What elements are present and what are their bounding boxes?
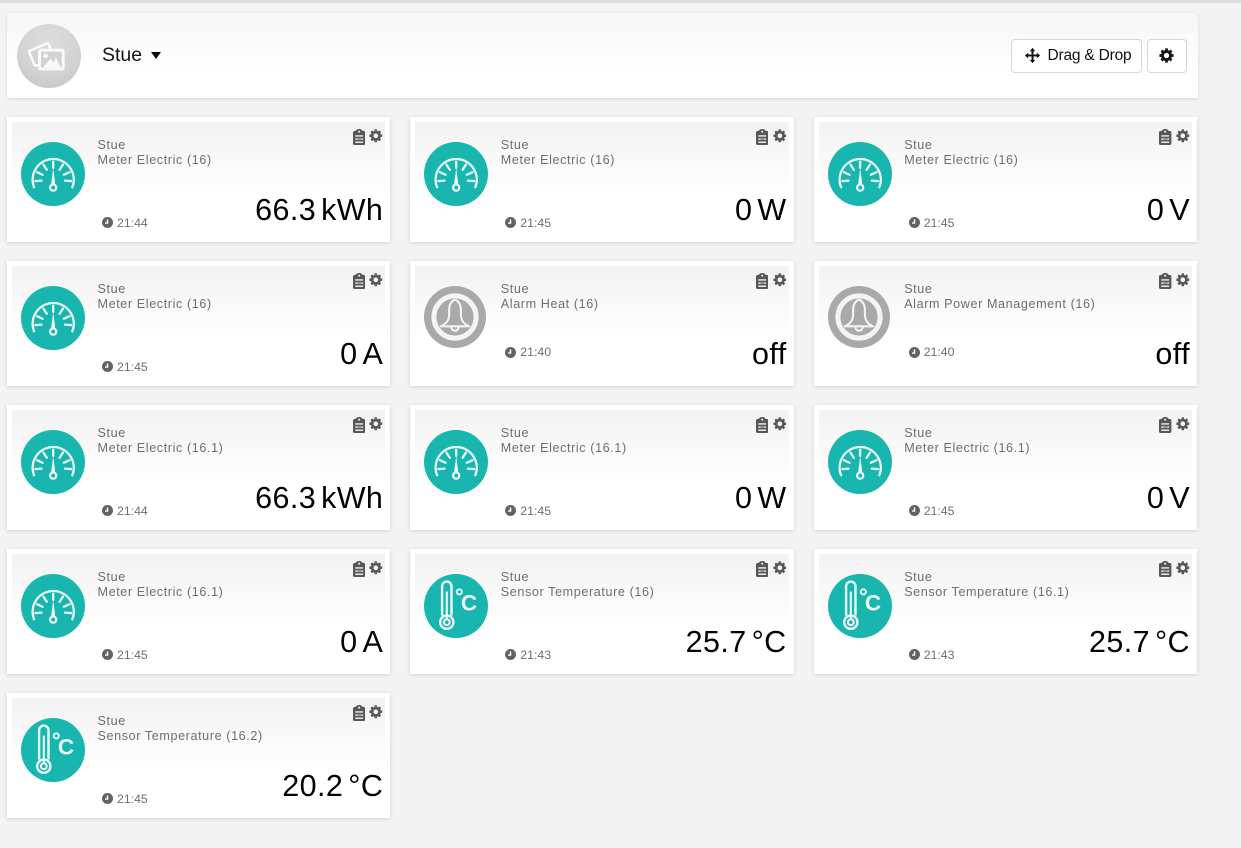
svg-text:C: C	[461, 591, 477, 616]
svg-text:C: C	[58, 735, 74, 760]
svg-text:C: C	[865, 591, 881, 616]
